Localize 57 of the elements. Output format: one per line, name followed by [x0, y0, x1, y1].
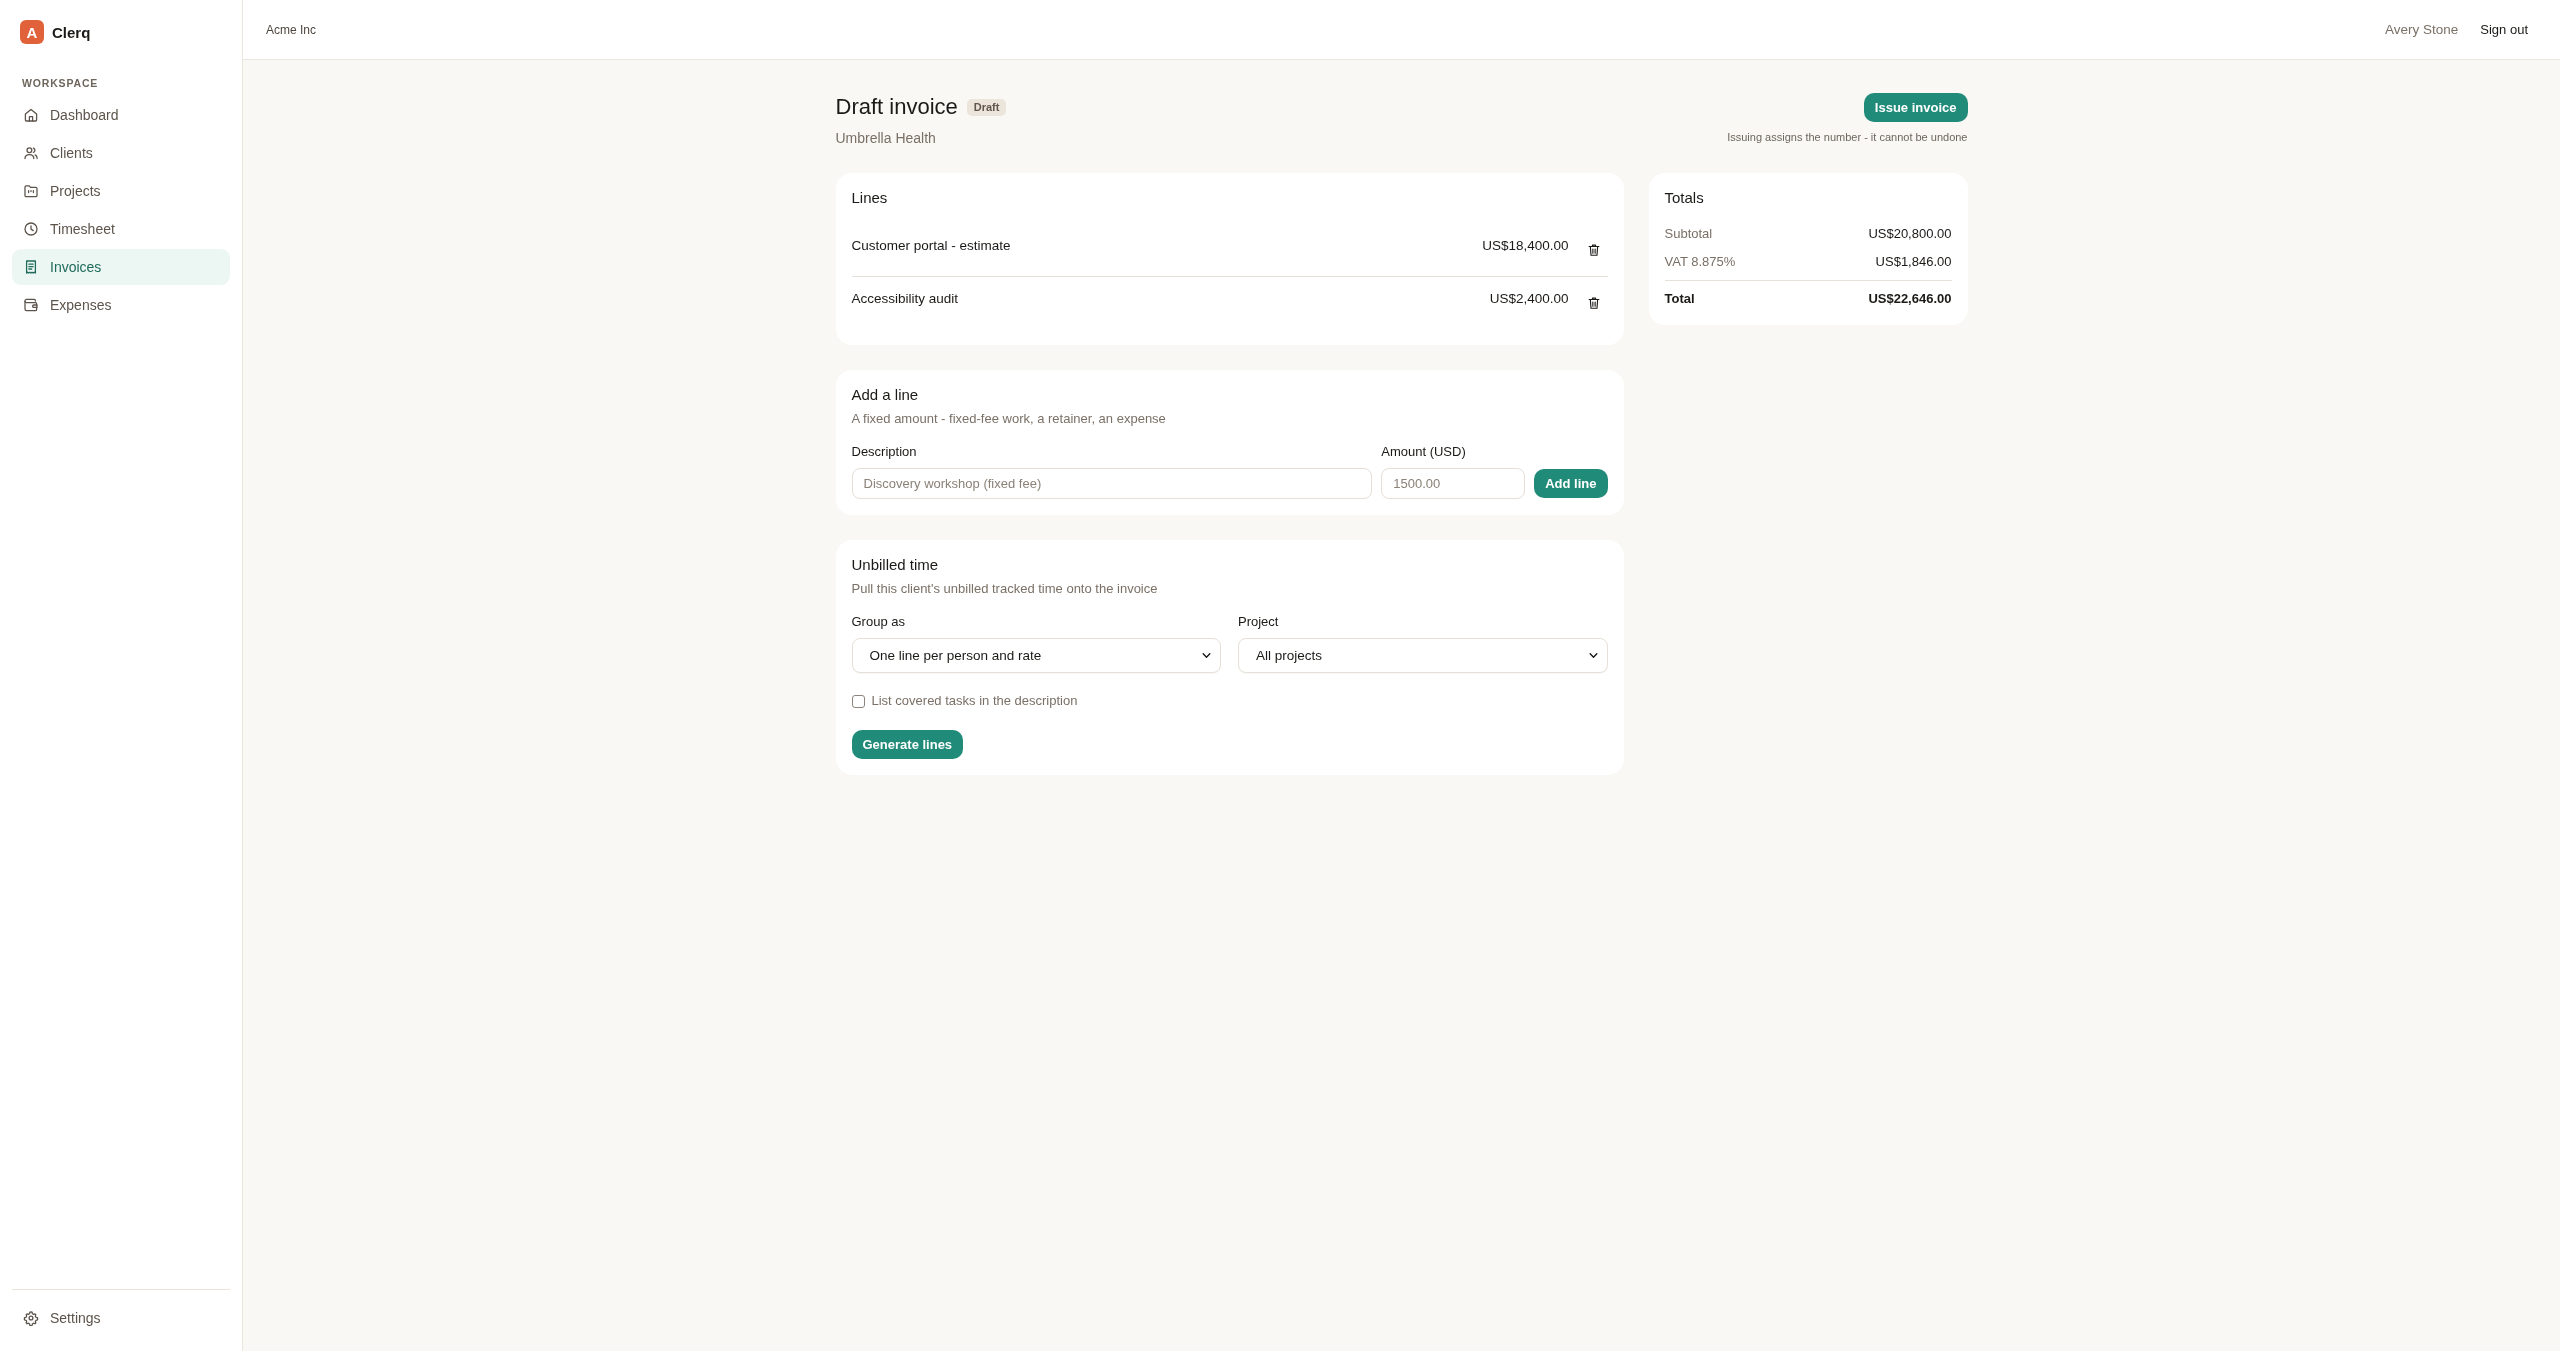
action-note: Issuing assigns the number - it cannot be undone	[1727, 130, 1968, 144]
page-title: Draft invoice	[835, 93, 958, 121]
add-line-button[interactable]: Add line	[1534, 469, 1608, 498]
nav-item[interactable]: Clients	[12, 135, 230, 171]
totals-value: US$1,846.00	[1875, 253, 1952, 271]
nav-item[interactable]: Settings	[12, 1300, 230, 1336]
line-amount: US$18,400.00	[1482, 237, 1569, 255]
nav-item[interactable]: Timesheet	[12, 211, 230, 247]
card-title: Add a line	[851, 386, 920, 404]
line-description: Customer portal - estimate	[851, 237, 1012, 255]
clock-icon	[23, 221, 39, 237]
sign-out-link[interactable]: Sign out	[2480, 22, 2528, 37]
field-label: Project	[1238, 613, 1280, 631]
field-label: Amount (USD)	[1381, 443, 1467, 461]
brand-logo: A	[20, 20, 44, 44]
settings-icon	[23, 1310, 39, 1326]
nav-item[interactable]: Projects	[12, 173, 230, 209]
card-title: Unbilled time	[851, 556, 940, 574]
wallet-icon	[23, 297, 39, 313]
line-description: Accessibility audit	[851, 290, 960, 308]
field-label: Description	[851, 443, 918, 461]
folder-icon	[23, 183, 39, 199]
chevron-down-icon	[1587, 650, 1599, 661]
card-subtitle: A fixed amount - fixed-fee work, a retainer, an expense	[851, 410, 1167, 428]
section-label: WORKSPACE	[21, 77, 100, 90]
card-title: Totals	[1664, 189, 1705, 207]
nav-item[interactable]: Dashboard	[12, 97, 230, 133]
project-select[interactable]: All projects	[1238, 638, 1608, 673]
client-name: Umbrella Health	[835, 129, 937, 147]
checkbox-label: List covered tasks in the description	[871, 692, 1078, 710]
chevron-down-icon	[1201, 650, 1212, 661]
card-subtitle: Pull this client's unbilled tracked time onto the invoice	[851, 580, 1159, 598]
totals-value: US$22,646.00	[1868, 290, 1952, 308]
generate-lines-button[interactable]: Generate lines	[851, 730, 964, 759]
amount-input[interactable]: 1500.00	[1381, 468, 1526, 499]
totals-value: US$20,800.00	[1868, 225, 1952, 243]
issue-invoice-button[interactable]: Issue invoice	[1863, 93, 1968, 122]
line-amount: US$2,400.00	[1489, 290, 1569, 308]
description-input[interactable]: Discovery workshop (fixed fee)	[851, 468, 1373, 499]
trash-icon[interactable]	[1586, 243, 1601, 257]
checkbox[interactable]	[851, 694, 865, 708]
trash-icon[interactable]	[1586, 296, 1601, 310]
house-icon	[23, 107, 39, 123]
totals-label: Total	[1664, 290, 1695, 308]
totals-label: Subtotal	[1664, 225, 1713, 243]
field-label: Group as	[851, 613, 906, 631]
nav-item[interactable]: Invoices	[12, 249, 230, 285]
group-select[interactable]: One line per person and rate	[851, 638, 1221, 673]
nav-item[interactable]: Expenses	[12, 287, 230, 323]
user-name: Avery Stone	[2385, 22, 2459, 37]
totals-label: VAT 8.875%	[1664, 253, 1736, 271]
card-title: Lines	[851, 189, 889, 207]
document-icon	[23, 259, 39, 275]
brand-name: Clerq	[52, 23, 91, 41]
people-icon	[23, 145, 39, 161]
status-badge: Draft	[966, 98, 1007, 116]
organization-name: Acme Inc	[266, 22, 316, 37]
